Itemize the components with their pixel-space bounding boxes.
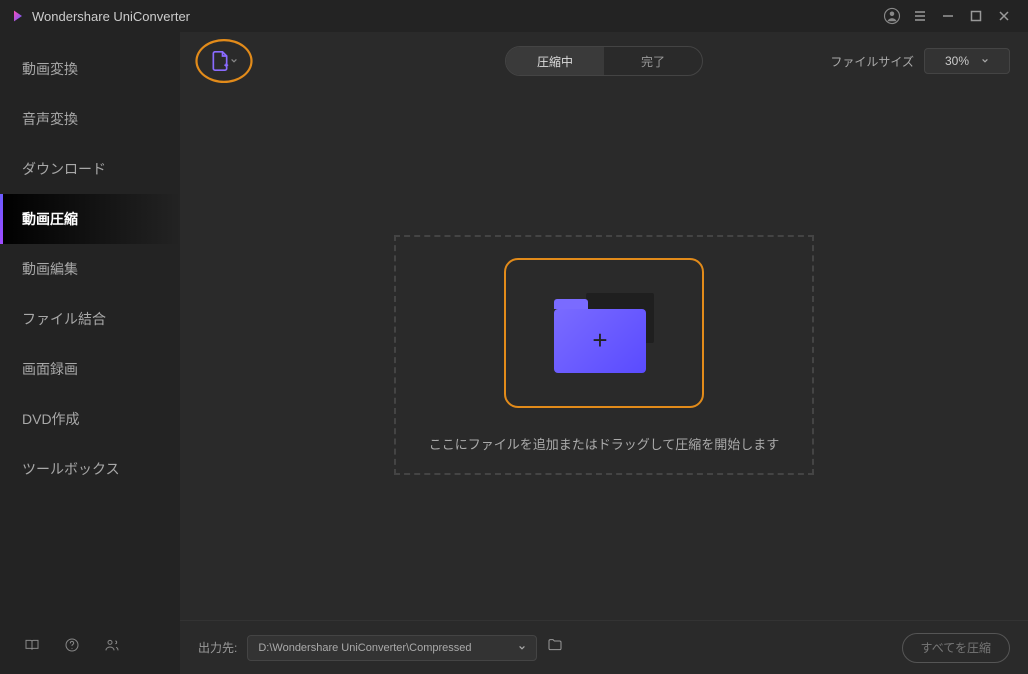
sidebar-item-video-compress[interactable]: 動画圧縮 (0, 194, 180, 244)
tab-done[interactable]: 完了 (604, 47, 702, 75)
output-path-select[interactable]: D:\Wondershare UniConverter\Compressed (247, 635, 537, 661)
titlebar: Wondershare UniConverter (0, 0, 1028, 32)
output-label: 出力先: (198, 639, 237, 656)
sidebar-item-label: 画面録画 (22, 359, 78, 379)
sidebar-item-download[interactable]: ダウンロード (0, 144, 180, 194)
sidebar-item-label: 動画変換 (22, 59, 78, 79)
highlight-annotation (195, 39, 252, 83)
sidebar-item-label: ファイル結合 (22, 309, 106, 329)
add-folder-button[interactable]: + (504, 258, 704, 408)
user-circle-icon (883, 7, 901, 25)
filesize-value: 30% (945, 54, 969, 68)
output-path-value: D:\Wondershare UniConverter\Compressed (258, 642, 510, 654)
sidebar-item-dvd-create[interactable]: DVD作成 (0, 394, 180, 444)
toolbar: 圧縮中 完了 ファイルサイズ 30% (180, 32, 1028, 90)
book-icon (24, 637, 40, 653)
app-logo: Wondershare UniConverter (10, 8, 190, 24)
sidebar-item-label: 動画編集 (22, 259, 78, 279)
filesize-select[interactable]: 30% (924, 48, 1010, 74)
minimize-icon (942, 10, 954, 22)
status-tabs: 圧縮中 完了 (505, 46, 703, 76)
account-button[interactable] (878, 2, 906, 30)
sidebar-item-label: DVD作成 (22, 409, 80, 429)
open-output-folder-button[interactable] (547, 637, 563, 658)
chevron-down-icon (981, 57, 989, 65)
main-panel: 圧縮中 完了 ファイルサイズ 30% + (180, 32, 1028, 674)
logo-icon (10, 8, 26, 24)
sidebar-item-label: 音声変換 (22, 109, 78, 129)
folder-plus-icon: + (554, 293, 654, 373)
sidebar-item-file-merge[interactable]: ファイル結合 (0, 294, 180, 344)
dropzone-text: ここにファイルを追加またはドラッグして圧縮を開始します (429, 434, 780, 453)
maximize-icon (970, 10, 982, 22)
bottombar: 出力先: D:\Wondershare UniConverter\Compres… (180, 620, 1028, 674)
guide-button[interactable] (24, 637, 40, 658)
people-icon (104, 637, 120, 653)
close-button[interactable] (990, 2, 1018, 30)
help-button[interactable] (64, 637, 80, 658)
close-icon (998, 10, 1010, 22)
help-icon (64, 637, 80, 653)
chevron-down-icon (518, 644, 526, 652)
dropzone[interactable]: + ここにファイルを追加またはドラッグして圧縮を開始します (394, 235, 814, 475)
hamburger-icon (914, 10, 926, 22)
sidebar-item-video-edit[interactable]: 動画編集 (0, 244, 180, 294)
folder-icon (547, 637, 563, 653)
app-title: Wondershare UniConverter (32, 9, 190, 24)
maximize-button[interactable] (962, 2, 990, 30)
minimize-button[interactable] (934, 2, 962, 30)
hamburger-menu-button[interactable] (906, 2, 934, 30)
sidebar-item-screen-record[interactable]: 画面録画 (0, 344, 180, 394)
sidebar-item-label: ダウンロード (22, 159, 106, 179)
sidebar-item-audio-convert[interactable]: 音声変換 (0, 94, 180, 144)
add-file-button[interactable] (198, 41, 250, 81)
feedback-button[interactable] (104, 637, 120, 658)
tab-compressing[interactable]: 圧縮中 (506, 47, 604, 75)
sidebar: 動画変換 音声変換 ダウンロード 動画圧縮 動画編集 ファイル結合 画面録画 D… (0, 32, 180, 674)
sidebar-item-toolbox[interactable]: ツールボックス (0, 444, 180, 494)
compress-all-button[interactable]: すべてを圧縮 (902, 633, 1010, 663)
sidebar-item-label: ツールボックス (22, 459, 120, 479)
sidebar-item-video-convert[interactable]: 動画変換 (0, 44, 180, 94)
filesize-label: ファイルサイズ (830, 53, 914, 70)
sidebar-item-label: 動画圧縮 (22, 209, 78, 229)
